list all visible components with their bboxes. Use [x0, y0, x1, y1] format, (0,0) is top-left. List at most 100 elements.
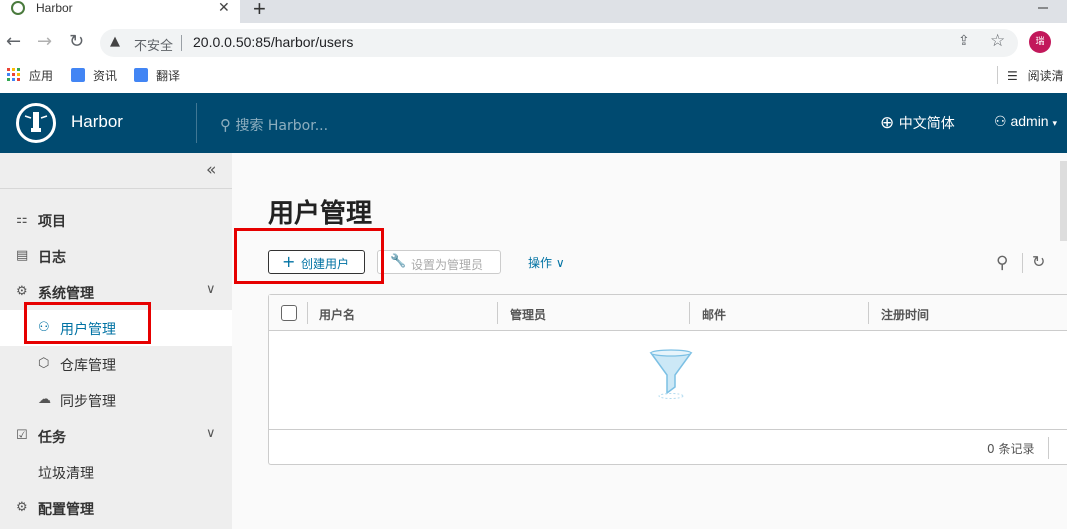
- column-divider[interactable]: [868, 302, 869, 324]
- bookmarks-bar: 应用 资讯 翻译 ☰ 阅读清: [0, 63, 1067, 93]
- user-name: admin: [1010, 113, 1049, 129]
- browser-tab[interactable]: Harbor ✕: [0, 0, 240, 23]
- apps-grid-icon: [7, 68, 21, 82]
- scrollbar[interactable]: [1060, 161, 1067, 241]
- url-text[interactable]: 20.0.0.50:85/harbor/users: [193, 34, 353, 50]
- translate-icon: [134, 68, 148, 82]
- users-datagrid: 用户名 管理员 邮件 注册时间 0 条记录: [268, 294, 1067, 465]
- warning-icon[interactable]: ▲: [110, 34, 120, 49]
- user-menu[interactable]: ⚇ admin ▾: [994, 113, 1057, 130]
- address-divider: [181, 35, 182, 51]
- sidebar-item-label: 任务: [38, 430, 66, 446]
- new-tab-button[interactable]: +: [253, 0, 266, 22]
- datagrid-footer: 0 条记录: [269, 429, 1067, 465]
- highlight-box-create: [234, 228, 384, 284]
- harbor-favicon-icon: [11, 1, 25, 15]
- browser-tab-bar: Harbor ✕ +: [0, 0, 1067, 23]
- operations-dropdown[interactable]: 操作 ∨: [528, 254, 565, 271]
- bookmark-divider: [997, 66, 998, 84]
- page-title: 用户管理: [268, 199, 373, 229]
- sidebar-item-registry[interactable]: ⬡ 仓库管理: [0, 346, 232, 382]
- replication-icon: ☁: [38, 392, 51, 407]
- logs-icon: ▤: [16, 248, 29, 263]
- record-count: 0 条记录: [987, 442, 1035, 456]
- sidebar-item-gc[interactable]: 垃圾清理: [0, 454, 232, 490]
- select-all-checkbox[interactable]: [281, 305, 297, 321]
- language-label: 中文简体: [898, 116, 955, 132]
- app-header: Harbor ⚲ 搜索 Harbor... ⊕ 中文简体 ⚇ admin ▾: [0, 93, 1067, 153]
- column-header-username[interactable]: 用户名: [319, 306, 355, 323]
- tab-title: Harbor: [36, 1, 73, 15]
- bookmark-apps[interactable]: 应用: [7, 67, 53, 84]
- sidebar-item-label: 仓库管理: [60, 358, 116, 374]
- search-icon: ⚲: [220, 116, 231, 134]
- reload-icon[interactable]: ↻: [69, 31, 84, 52]
- chevron-down-icon: ∨: [555, 256, 565, 270]
- refresh-icon[interactable]: ↻: [1032, 252, 1045, 271]
- sidebar-item-tasks[interactable]: ☑ 任务 ∨: [0, 418, 232, 454]
- empty-filter-icon: [649, 349, 693, 405]
- language-selector[interactable]: ⊕ 中文简体: [880, 113, 955, 133]
- reading-list[interactable]: ☰ 阅读清: [997, 66, 1064, 84]
- set-admin-button[interactable]: 🔧 设置为管理员: [377, 250, 501, 274]
- bookmark-label: 应用: [29, 69, 54, 83]
- browser-toolbar: ← → ↻ ▲ 不安全 20.0.0.50:85/harbor/users ⇪ …: [0, 23, 1067, 63]
- address-bar[interactable]: ▲ 不安全 20.0.0.50:85/harbor/users ⇪ ☆: [100, 29, 1018, 57]
- sidebar-item-label: 配置管理: [38, 502, 94, 518]
- share-icon[interactable]: ⇪: [958, 33, 970, 49]
- footer-divider: [1048, 437, 1049, 459]
- user-icon: ⚇: [994, 113, 1007, 129]
- column-divider: [307, 302, 308, 324]
- global-search[interactable]: ⚲ 搜索 Harbor...: [220, 115, 328, 135]
- sidebar-item-label: 系统管理: [38, 286, 94, 302]
- chevron-down-icon: ∨: [206, 426, 216, 441]
- harbor-logo-icon[interactable]: [16, 103, 56, 143]
- main-content: 用户管理 + 创建用户 🔧 设置为管理员 操作 ∨ ⚲ ↻ 用户名 管理员 邮件…: [232, 153, 1067, 529]
- column-divider[interactable]: [689, 302, 690, 324]
- news-icon: [71, 68, 85, 82]
- sidebar-item-projects[interactable]: ⚏ 项目: [0, 202, 232, 238]
- chevron-down-icon: ∨: [206, 282, 216, 297]
- wrench-icon: 🔧: [390, 254, 407, 269]
- bookmark-translate[interactable]: 翻译: [134, 67, 180, 84]
- globe-icon: ⊕: [880, 113, 895, 133]
- reading-list-label: 阅读清: [1027, 69, 1064, 83]
- header-divider: [196, 103, 197, 143]
- security-label[interactable]: 不安全: [134, 35, 173, 54]
- collapse-sidebar-icon[interactable]: «: [206, 160, 216, 180]
- window-minimize-button[interactable]: [1020, 0, 1067, 23]
- profile-avatar[interactable]: 瑞: [1029, 31, 1051, 53]
- sidebar-item-replication[interactable]: ☁ 同步管理: [0, 382, 232, 418]
- brand-name[interactable]: Harbor: [71, 112, 123, 132]
- config-icon: ⚙: [16, 500, 28, 515]
- column-header-email[interactable]: 邮件: [702, 306, 726, 323]
- sidebar-divider: [0, 188, 232, 189]
- tasks-icon: ☑: [16, 428, 28, 443]
- bookmark-news[interactable]: 资讯: [71, 67, 117, 84]
- admin-icon: ⚙: [16, 284, 28, 299]
- bookmark-label: 翻译: [156, 69, 181, 83]
- search-input[interactable]: 搜索 Harbor...: [235, 118, 328, 134]
- registry-icon: ⬡: [38, 356, 50, 371]
- sidebar-item-label: 项目: [38, 214, 66, 230]
- column-header-admin[interactable]: 管理员: [510, 306, 546, 323]
- bookmark-label: 资讯: [93, 69, 118, 83]
- sidebar-item-label: 垃圾清理: [38, 466, 94, 482]
- sidebar-item-label: 日志: [38, 250, 66, 266]
- column-divider[interactable]: [497, 302, 498, 324]
- back-icon[interactable]: ←: [6, 31, 21, 52]
- toolbar-divider: [1022, 253, 1023, 273]
- search-icon[interactable]: ⚲: [996, 253, 1008, 273]
- operations-label: 操作: [528, 256, 553, 270]
- bookmark-star-icon[interactable]: ☆: [990, 31, 1005, 51]
- sidebar-item-label: 同步管理: [60, 394, 116, 410]
- highlight-box-users: [24, 302, 151, 344]
- sidebar-item-config[interactable]: ⚙ 配置管理: [0, 490, 232, 526]
- forward-icon[interactable]: →: [37, 31, 52, 52]
- tab-close-icon[interactable]: ✕: [218, 0, 230, 16]
- reading-list-icon: ☰: [1007, 69, 1018, 83]
- chevron-down-icon: ▾: [1052, 118, 1058, 128]
- column-header-created[interactable]: 注册时间: [881, 306, 929, 323]
- sidebar-item-logs[interactable]: ▤ 日志: [0, 238, 232, 274]
- set-admin-label: 设置为管理员: [411, 258, 484, 272]
